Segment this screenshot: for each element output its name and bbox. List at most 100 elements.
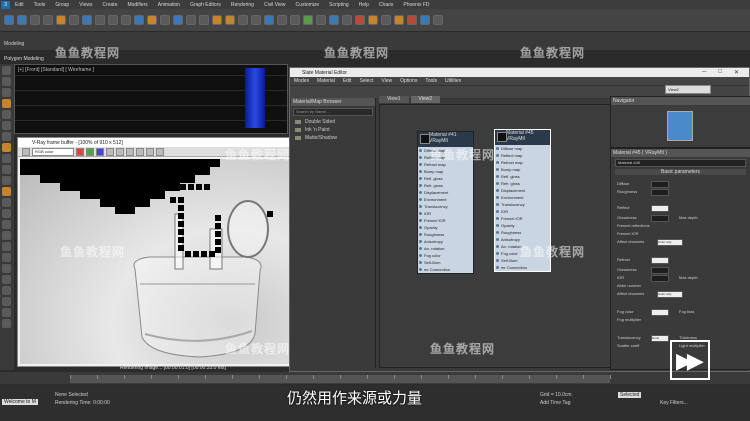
select-icon[interactable] bbox=[82, 15, 92, 25]
node-slot[interactable]: Bump map bbox=[418, 168, 473, 175]
node-footer[interactable]: mr Connection bbox=[418, 266, 473, 273]
rect-select-icon[interactable] bbox=[108, 15, 118, 25]
named-selection-icon[interactable] bbox=[264, 15, 274, 25]
node-slot[interactable]: Reflect map bbox=[495, 152, 550, 159]
node-slot[interactable]: An. rotation bbox=[418, 245, 473, 252]
browser-item[interactable]: Double Sided bbox=[291, 118, 375, 126]
tab-view1[interactable]: View1 bbox=[379, 96, 409, 103]
menu-phoenix[interactable]: Phoenix FD bbox=[398, 2, 434, 8]
node-slot[interactable]: Environment bbox=[495, 194, 550, 201]
tab-view2[interactable]: View2 bbox=[410, 96, 441, 103]
menu-graph-editors[interactable]: Graph Editors bbox=[185, 2, 226, 8]
minimize-icon[interactable]: ─ bbox=[702, 69, 706, 76]
close-icon[interactable]: ✕ bbox=[734, 69, 739, 76]
menu-scripting[interactable]: Scripting bbox=[324, 2, 353, 8]
sme-menu-options[interactable]: Options bbox=[396, 78, 421, 84]
select-by-name-icon[interactable] bbox=[95, 15, 105, 25]
tool-icon-24[interactable] bbox=[2, 319, 11, 328]
node-slot[interactable]: Refl. gloss bbox=[418, 175, 473, 182]
menu-views[interactable]: Views bbox=[74, 2, 97, 8]
sme-menu-utilities[interactable]: Utilities bbox=[441, 78, 465, 84]
viewport-label[interactable]: [+] [Front] [Standard] [ Wireframe ] bbox=[18, 67, 94, 73]
node-slot[interactable]: Refract map bbox=[495, 159, 550, 166]
node-slot[interactable]: Displacement bbox=[495, 187, 550, 194]
unlink-icon[interactable] bbox=[43, 15, 53, 25]
menu-civil-view[interactable]: Civil View bbox=[259, 2, 291, 8]
save-image-icon[interactable] bbox=[126, 147, 134, 156]
spinner-snap-icon[interactable] bbox=[251, 15, 261, 25]
vray-render-icon[interactable] bbox=[407, 15, 417, 25]
red-channel-icon[interactable] bbox=[76, 147, 84, 156]
node-slot[interactable]: Fresnel IOR bbox=[495, 215, 550, 222]
schematic-icon[interactable] bbox=[342, 15, 352, 25]
redo-icon[interactable] bbox=[17, 15, 27, 25]
refract-color-swatch[interactable] bbox=[651, 257, 669, 264]
sme-menu-modes[interactable]: Modes bbox=[290, 78, 313, 84]
menu-help[interactable]: Help bbox=[354, 2, 374, 8]
menu-group[interactable]: Group bbox=[50, 2, 74, 8]
node-slot[interactable]: Opacity bbox=[495, 222, 550, 229]
menu-customize[interactable]: Customize bbox=[291, 2, 325, 8]
browser-item[interactable]: Ink 'n Paint bbox=[291, 126, 375, 134]
node-slot[interactable]: Refr. gloss bbox=[495, 180, 550, 187]
navigator-minimap[interactable] bbox=[667, 111, 693, 141]
node-slot[interactable]: Displacement bbox=[418, 189, 473, 196]
maximize-icon[interactable]: □ bbox=[718, 69, 722, 76]
tool-icon-13[interactable] bbox=[2, 198, 11, 207]
render-icon[interactable] bbox=[394, 15, 404, 25]
node-slot[interactable]: IOR bbox=[495, 208, 550, 215]
pivot-icon[interactable] bbox=[199, 15, 209, 25]
tool-icon-17[interactable] bbox=[2, 242, 11, 251]
tool-icon-6[interactable] bbox=[2, 121, 11, 130]
browser-search-input[interactable]: Search by Name ... bbox=[293, 108, 373, 116]
tool-icon-1[interactable] bbox=[2, 66, 11, 75]
sme-menu-material[interactable]: Material bbox=[313, 78, 339, 84]
node-slot[interactable]: Self-illum bbox=[418, 259, 473, 266]
node-footer[interactable]: mr Connection bbox=[495, 264, 550, 271]
node-header[interactable]: Material #41 VRayMtl bbox=[418, 132, 473, 147]
menu-animation[interactable]: Animation bbox=[153, 2, 185, 8]
blue-channel-icon[interactable] bbox=[96, 147, 104, 156]
tool-icon-7[interactable] bbox=[2, 132, 11, 141]
mirror-icon[interactable] bbox=[277, 15, 287, 25]
reference-coord-icon[interactable] bbox=[186, 15, 196, 25]
vfb-icon[interactable] bbox=[420, 15, 430, 25]
node-view[interactable]: Material #41 VRayMtl Diffuse map Reflect… bbox=[379, 104, 611, 368]
app-icon[interactable]: 3 bbox=[1, 0, 10, 9]
material-editor-icon[interactable] bbox=[355, 15, 365, 25]
sme-menu-view[interactable]: View bbox=[377, 78, 396, 84]
tool-icon-5[interactable] bbox=[2, 110, 11, 119]
tool-icon-10[interactable] bbox=[2, 165, 11, 174]
tool-icon-15[interactable] bbox=[2, 220, 11, 229]
placement-icon[interactable] bbox=[173, 15, 183, 25]
scene-explorer-icon[interactable] bbox=[303, 15, 313, 25]
node-slot[interactable]: Translucency bbox=[418, 203, 473, 210]
rotate-icon[interactable] bbox=[147, 15, 157, 25]
node-slot[interactable]: Fog color bbox=[418, 252, 473, 259]
scale-icon[interactable] bbox=[160, 15, 170, 25]
node-slot[interactable]: Fresnel IOR bbox=[418, 217, 473, 224]
render-region-icon[interactable] bbox=[146, 147, 154, 156]
menu-create[interactable]: Create bbox=[97, 2, 122, 8]
roughness-field[interactable] bbox=[651, 189, 669, 196]
sme-menu-tools[interactable]: Tools bbox=[421, 78, 441, 84]
alpha-channel-icon[interactable] bbox=[106, 147, 114, 156]
time-slider[interactable] bbox=[70, 375, 611, 383]
node-slot[interactable]: Refl. gloss bbox=[495, 173, 550, 180]
browser-item[interactable]: Matte/Shadow bbox=[291, 134, 375, 142]
play-icon[interactable]: ▶▶ bbox=[676, 348, 704, 374]
channel-select[interactable]: RGB color bbox=[32, 147, 74, 156]
menu-tools[interactable]: Tools bbox=[29, 2, 51, 8]
tool-icon-18[interactable] bbox=[2, 253, 11, 262]
diffuse-color-swatch[interactable] bbox=[651, 181, 669, 188]
tool-icon-4[interactable] bbox=[2, 99, 11, 108]
vray-light-icon[interactable] bbox=[433, 15, 443, 25]
green-channel-icon[interactable] bbox=[86, 147, 94, 156]
bind-icon[interactable] bbox=[56, 15, 66, 25]
material-name-field[interactable]: Material #45 bbox=[615, 159, 746, 167]
node-slot[interactable]: Translucency bbox=[495, 201, 550, 208]
menu-chaos[interactable]: Chaos bbox=[374, 2, 398, 8]
move-icon[interactable] bbox=[134, 15, 144, 25]
undo-icon[interactable] bbox=[4, 15, 14, 25]
node-slot[interactable]: Roughness bbox=[495, 229, 550, 236]
